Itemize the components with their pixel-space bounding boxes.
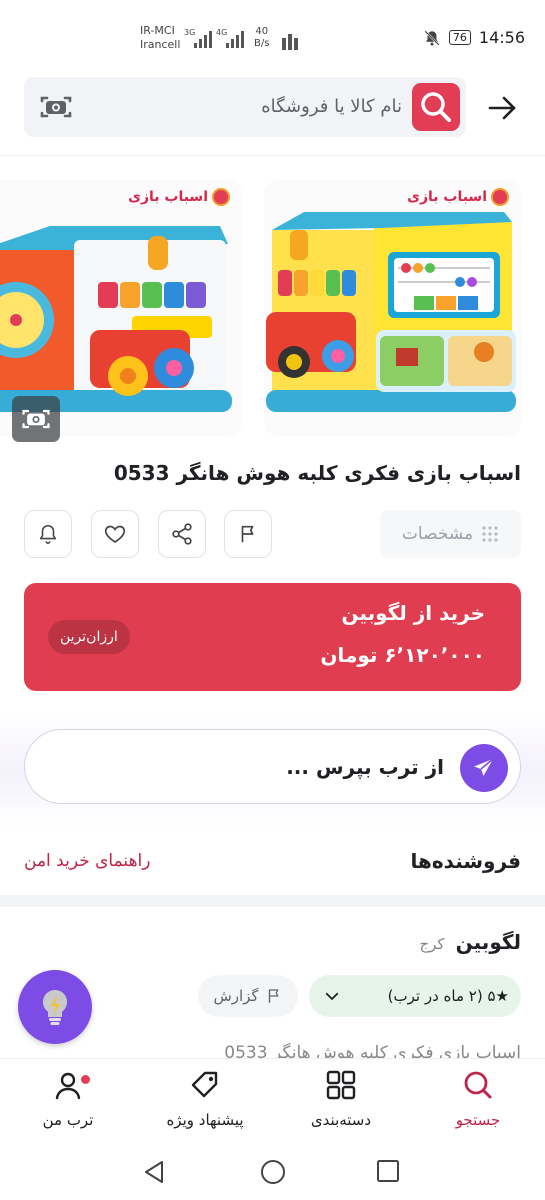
bell-icon xyxy=(39,524,57,544)
system-back-icon[interactable] xyxy=(142,1159,168,1185)
price-alert-button[interactable] xyxy=(24,510,72,558)
network-speed-value: 40 xyxy=(255,26,269,37)
favorite-button[interactable] xyxy=(91,510,139,558)
search-bar[interactable]: نام کالا یا فروشگاه xyxy=(24,77,466,137)
seller-report-label: گزارش xyxy=(213,987,259,1005)
seller-rating: ★۵ (۲ ماه در ترب) xyxy=(387,987,509,1005)
camera-search-icon[interactable] xyxy=(38,93,74,125)
nav-search-label: جستجو xyxy=(455,1111,501,1129)
brand-logo-icon xyxy=(491,188,509,206)
nav-my-torob[interactable]: ترب من xyxy=(8,1069,128,1129)
status-bar: IR-MCI Irancell 3G 4G 40 B/s 76 14:56 xyxy=(0,0,545,76)
brand-logo-text: اسباب بازی xyxy=(407,189,487,205)
brand-logo: اسباب بازی xyxy=(407,188,509,206)
seller-report-button[interactable]: گزارش xyxy=(198,975,298,1017)
product-title: اسباب بازی فکری کلبه هوش هانگر 0533 xyxy=(113,461,521,485)
buy-store-name: خرید از لگوبین xyxy=(341,601,485,625)
cheapest-badge: ارزان‌ترین xyxy=(48,620,130,654)
notification-dot xyxy=(81,1075,90,1084)
search-button[interactable] xyxy=(412,83,460,131)
mute-bell-icon xyxy=(424,29,440,46)
safe-buy-guide-link[interactable]: راهنمای خرید امن xyxy=(24,845,150,877)
lightbulb-icon xyxy=(42,989,68,1025)
product-image-1[interactable]: اسباب بازی xyxy=(264,180,521,436)
flag-icon xyxy=(241,525,254,543)
system-home-icon[interactable] xyxy=(259,1158,287,1186)
tag-icon xyxy=(191,1071,218,1098)
seller-rating-chip[interactable]: ★۵ (۲ ماه در ترب) xyxy=(309,975,521,1017)
share-button[interactable] xyxy=(158,510,206,558)
back-arrow-icon[interactable] xyxy=(486,92,518,124)
heart-icon xyxy=(104,525,126,543)
network-speed: 40 B/s xyxy=(254,26,269,50)
send-icon xyxy=(474,758,494,776)
nav-categories-label: دسته‌بندی xyxy=(310,1111,372,1129)
seller-header[interactable]: لگوبین کرج xyxy=(419,922,521,964)
search-icon xyxy=(421,92,451,122)
camera-search-icon xyxy=(22,409,50,429)
operator-2: Irancell xyxy=(140,38,181,51)
search-icon xyxy=(464,1071,492,1099)
ask-torob-box[interactable]: از ترب بپرس ... xyxy=(24,729,521,804)
chevron-down-icon xyxy=(325,992,339,1000)
buy-price: ۶٬۱۲۰٬۰۰۰ تومان xyxy=(320,643,485,667)
section-divider xyxy=(0,895,545,907)
ask-input[interactable]: از ترب بپرس ... xyxy=(286,730,444,805)
tips-fab[interactable] xyxy=(18,970,92,1044)
seller-product-title[interactable]: اسباب بازی فکری کلبه هوش هانگر 0533 xyxy=(41,1036,521,1058)
grid-dots-icon xyxy=(482,526,498,542)
signal-1-icon xyxy=(194,28,212,48)
divider xyxy=(0,155,545,156)
sellers-heading: فروشنده‌ها xyxy=(410,849,521,873)
user-icon xyxy=(55,1072,81,1100)
battery-icon: 76 xyxy=(448,30,471,45)
brand-logo: اسباب بازی xyxy=(128,188,230,206)
nav-search[interactable]: جستجو xyxy=(418,1069,538,1129)
operator-names: IR-MCI Irancell xyxy=(140,24,180,52)
seller-city: کرج xyxy=(419,935,445,953)
ask-send-button[interactable] xyxy=(460,744,508,792)
report-flag-button[interactable] xyxy=(224,510,272,558)
buy-card[interactable]: خرید از لگوبین ۶٬۱۲۰٬۰۰۰ تومان ارزان‌تری… xyxy=(24,583,521,691)
nav-special-offers[interactable]: پیشنهاد ویژه xyxy=(145,1069,265,1129)
network-speed-unit: B/s xyxy=(254,38,270,49)
nav-special-offers-label: پیشنهاد ویژه xyxy=(166,1111,244,1129)
status-right: 76 14:56 xyxy=(423,28,525,47)
system-recents-icon[interactable] xyxy=(376,1159,400,1183)
seller-name[interactable]: لگوبین xyxy=(456,930,521,954)
bottom-navigation: جستجو دسته‌بندی پیشنهاد ویژه ترب من xyxy=(0,1058,545,1146)
nav-categories[interactable]: دسته‌بندی xyxy=(281,1069,401,1129)
nav-my-torob-label: ترب من xyxy=(42,1111,94,1129)
system-navigation-bar xyxy=(0,1146,545,1200)
flag-icon xyxy=(268,989,279,1003)
brand-logo-icon xyxy=(212,188,230,206)
image-search-button[interactable] xyxy=(12,396,60,442)
clock: 14:56 xyxy=(478,28,525,47)
data-activity-icon xyxy=(282,30,298,50)
search-input[interactable]: نام کالا یا فروشگاه xyxy=(261,77,402,137)
share-icon xyxy=(172,523,192,545)
brand-logo-text: اسباب بازی xyxy=(128,189,208,205)
signal-2-icon xyxy=(226,28,244,48)
specs-button[interactable]: مشخصات xyxy=(380,510,521,558)
operator-1: IR-MCI xyxy=(140,24,175,37)
specs-label: مشخصات xyxy=(401,524,474,544)
grid-icon xyxy=(326,1070,356,1100)
